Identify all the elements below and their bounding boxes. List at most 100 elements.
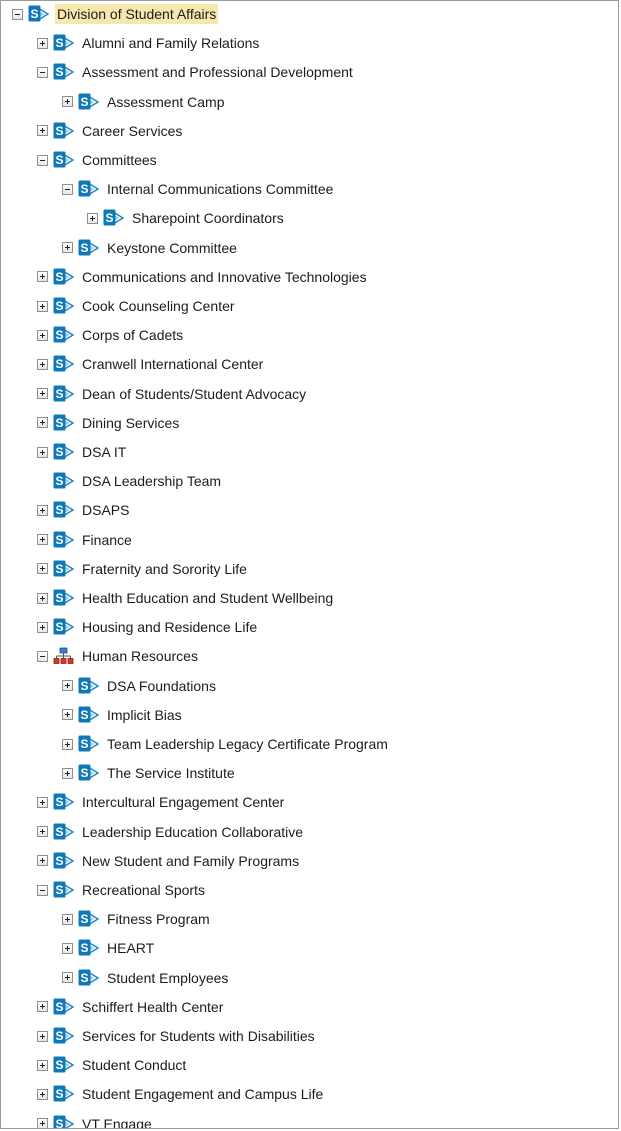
tree-node-label[interactable]: Finance	[80, 530, 134, 550]
tree-node-label[interactable]: HEART	[105, 938, 156, 958]
expand-icon[interactable]	[37, 271, 48, 283]
tree-node-label[interactable]: Student Conduct	[80, 1055, 188, 1075]
tree-node[interactable]: S Leadership Education Collaborative	[37, 821, 305, 843]
tree-node[interactable]: S Implicit Bias	[62, 704, 184, 726]
collapse-icon[interactable]	[37, 650, 48, 662]
tree-node-label[interactable]: Student Employees	[105, 968, 230, 988]
tree-node[interactable]: S DSA Leadership Team	[37, 470, 223, 492]
tree-node[interactable]: S VT Engage	[37, 1113, 154, 1128]
tree-node-label[interactable]: The Service Institute	[105, 763, 237, 783]
tree-node-label[interactable]: Dean of Students/Student Advocacy	[80, 384, 308, 404]
expand-icon[interactable]	[37, 855, 48, 867]
tree-node[interactable]: S Sharepoint Coordinators	[87, 207, 286, 229]
tree-node-label[interactable]: Cranwell International Center	[80, 354, 265, 374]
tree-node[interactable]: S Student Engagement and Campus Life	[37, 1083, 325, 1105]
tree-node[interactable]: S Internal Communications Committee	[62, 178, 335, 200]
expand-icon[interactable]	[62, 242, 73, 254]
collapse-icon[interactable]	[12, 8, 23, 20]
tree-node[interactable]: S Committees	[37, 149, 159, 171]
tree-node-label[interactable]: Housing and Residence Life	[80, 617, 259, 637]
tree-node-label[interactable]: Assessment Camp	[105, 92, 226, 112]
tree-node[interactable]: S Assessment Camp	[62, 91, 226, 113]
tree-node[interactable]: S Assessment and Professional Development	[37, 61, 355, 83]
tree-node-label[interactable]: DSA IT	[80, 442, 128, 462]
tree-node[interactable]: S HEART	[62, 937, 156, 959]
tree-node-label[interactable]: DSAPS	[80, 500, 131, 520]
expand-icon[interactable]	[37, 621, 48, 633]
tree-node-label[interactable]: Leadership Education Collaborative	[80, 822, 305, 842]
tree-node[interactable]: S DSAPS	[37, 499, 131, 521]
tree-node[interactable]: S Dining Services	[37, 412, 181, 434]
tree-node[interactable]: S Division of Student Affairs	[12, 3, 219, 25]
collapse-icon[interactable]	[37, 884, 48, 896]
tree-node[interactable]: S Corps of Cadets	[37, 324, 185, 346]
expand-icon[interactable]	[37, 796, 48, 808]
tree-node-label[interactable]: Human Resources	[80, 646, 200, 666]
tree-node-label[interactable]: Career Services	[80, 121, 184, 141]
tree-node-label[interactable]: Recreational Sports	[80, 880, 207, 900]
tree-node-label[interactable]: Communications and Innovative Technologi…	[80, 267, 369, 287]
expand-icon[interactable]	[62, 942, 73, 954]
tree-node-label[interactable]: Internal Communications Committee	[105, 179, 335, 199]
tree-node-label[interactable]: VT Engage	[80, 1114, 154, 1128]
tree-node-label[interactable]: Student Engagement and Campus Life	[80, 1084, 325, 1104]
tree-node[interactable]: S Health Education and Student Wellbeing	[37, 587, 335, 609]
tree-node[interactable]: S Cranwell International Center	[37, 353, 265, 375]
expand-icon[interactable]	[37, 826, 48, 838]
tree-node[interactable]: S Services for Students with Disabilities	[37, 1025, 317, 1047]
tree-node[interactable]: S Dean of Students/Student Advocacy	[37, 383, 308, 405]
tree-node[interactable]: S Cook Counseling Center	[37, 295, 237, 317]
tree-node[interactable]: S New Student and Family Programs	[37, 850, 301, 872]
tree-node-label[interactable]: Division of Student Affairs	[55, 4, 219, 24]
tree-node-label[interactable]: Sharepoint Coordinators	[130, 208, 286, 228]
tree-node-label[interactable]: Fitness Program	[105, 909, 212, 929]
tree-node[interactable]: S Housing and Residence Life	[37, 616, 259, 638]
tree-node[interactable]: S The Service Institute	[62, 762, 237, 784]
tree-node[interactable]: S Fraternity and Sorority Life	[37, 558, 249, 580]
tree-node[interactable]: S Team Leadership Legacy Certificate Prog…	[62, 733, 390, 755]
tree-node-label[interactable]: DSA Foundations	[105, 676, 218, 696]
expand-icon[interactable]	[37, 125, 48, 137]
tree-node[interactable]: S DSA IT	[37, 441, 128, 463]
tree-node-label[interactable]: Cook Counseling Center	[80, 296, 237, 316]
expand-icon[interactable]	[37, 358, 48, 370]
tree-node[interactable]: S Fitness Program	[62, 908, 212, 930]
tree-node[interactable]: S Keystone Committee	[62, 237, 239, 259]
expand-icon[interactable]	[37, 563, 48, 575]
tree-node-label[interactable]: Dining Services	[80, 413, 181, 433]
tree-node-label[interactable]: Implicit Bias	[105, 705, 184, 725]
tree-node[interactable]: S Student Employees	[62, 967, 230, 989]
tree-node[interactable]: S Alumni and Family Relations	[37, 32, 261, 54]
tree-node-label[interactable]: Intercultural Engagement Center	[80, 792, 286, 812]
tree-node-label[interactable]: New Student and Family Programs	[80, 851, 301, 871]
tree-node-label[interactable]: Keystone Committee	[105, 238, 239, 258]
expand-icon[interactable]	[37, 300, 48, 312]
expand-icon[interactable]	[37, 1001, 48, 1013]
tree-node-label[interactable]: Schiffert Health Center	[80, 997, 225, 1017]
expand-icon[interactable]	[62, 972, 73, 984]
expand-icon[interactable]	[87, 212, 98, 224]
expand-icon[interactable]	[37, 1088, 48, 1100]
tree-node[interactable]: S Student Conduct	[37, 1054, 188, 1076]
tree-node[interactable]: S Recreational Sports	[37, 879, 207, 901]
expand-icon[interactable]	[37, 592, 48, 604]
tree-node[interactable]: S Intercultural Engagement Center	[37, 791, 286, 813]
tree-node-label[interactable]: Health Education and Student Wellbeing	[80, 588, 335, 608]
expand-icon[interactable]	[37, 446, 48, 458]
collapse-icon[interactable]	[62, 183, 73, 195]
tree-node[interactable]: Human Resources	[37, 645, 200, 667]
expand-icon[interactable]	[37, 504, 48, 516]
tree-node-label[interactable]: Committees	[80, 150, 159, 170]
tree-node[interactable]: S Finance	[37, 529, 134, 551]
tree-node[interactable]: S Schiffert Health Center	[37, 996, 225, 1018]
expand-icon[interactable]	[37, 1059, 48, 1071]
tree-node[interactable]: S DSA Foundations	[62, 675, 218, 697]
expand-icon[interactable]	[62, 680, 73, 692]
tree-node[interactable]: S Communications and Innovative Technolog…	[37, 266, 369, 288]
tree-node-label[interactable]: Services for Students with Disabilities	[80, 1026, 317, 1046]
expand-icon[interactable]	[62, 913, 73, 925]
expand-icon[interactable]	[37, 534, 48, 546]
expand-icon[interactable]	[62, 96, 73, 108]
expand-icon[interactable]	[37, 329, 48, 341]
tree-node-label[interactable]: Assessment and Professional Development	[80, 62, 355, 82]
